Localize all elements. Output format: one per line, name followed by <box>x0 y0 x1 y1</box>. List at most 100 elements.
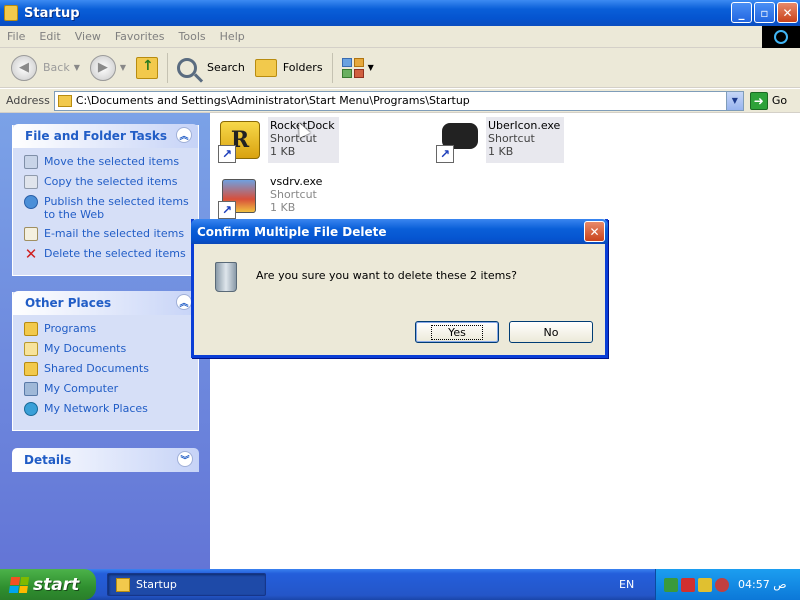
toolbar-separator <box>167 52 169 83</box>
place-my-computer[interactable]: My Computer <box>24 382 190 396</box>
address-path: C:\Documents and Settings\Administrator\… <box>75 94 470 107</box>
task-copy-items[interactable]: Copy the selected items <box>24 175 190 189</box>
file-folder-tasks-list: Move the selected items Copy the selecte… <box>13 148 198 275</box>
yes-label: Yes <box>431 324 483 340</box>
my-documents-icon <box>24 342 38 356</box>
language-indicator[interactable]: EN <box>619 578 634 591</box>
minimize-button[interactable]: _ <box>731 2 752 23</box>
place-programs[interactable]: Programs <box>24 322 190 336</box>
computer-icon <box>24 382 38 396</box>
toolbar: ◀ Back ▼ ▶ ▼ Search Folders ▼ <box>0 48 800 88</box>
windows-flag-icon <box>8 576 30 593</box>
start-button[interactable]: start <box>0 569 96 600</box>
forward-button[interactable]: ▶ ▼ <box>85 51 131 85</box>
address-bar: Address C:\Documents and Settings\Admini… <box>0 89 800 113</box>
go-arrow-icon: ➜ <box>749 91 768 110</box>
move-icon <box>24 155 38 169</box>
recycle-bin-icon <box>215 262 237 292</box>
no-button[interactable]: No <box>509 321 593 343</box>
tray-app-icon[interactable] <box>715 577 729 592</box>
window-controls: _ ▫ ✕ <box>731 2 798 23</box>
task-pane: File and Folder Tasks ︽ Move the selecte… <box>0 113 210 569</box>
vsdrv-icon: ↗ <box>216 173 262 219</box>
menu-edit[interactable]: Edit <box>32 30 67 43</box>
folders-button[interactable]: Folders <box>250 51 328 85</box>
dialog-title: Confirm Multiple File Delete <box>197 224 387 239</box>
dialog-title-bar[interactable]: Confirm Multiple File Delete ✕ <box>191 219 608 244</box>
views-dropdown-icon[interactable]: ▼ <box>368 63 374 72</box>
views-icon <box>341 57 364 78</box>
throbber-icon <box>774 30 788 44</box>
up-folder-button[interactable] <box>131 51 163 85</box>
globe-icon <box>24 195 38 209</box>
start-label: start <box>33 574 80 595</box>
maximize-button[interactable]: ▫ <box>754 2 775 23</box>
place-my-network-places[interactable]: My Network Places <box>24 402 190 416</box>
task-delete-items[interactable]: ✕ Delete the selected items <box>24 245 190 263</box>
task-move-items[interactable]: Move the selected items <box>24 155 190 169</box>
dialog-body: Are you sure you want to delete these 2 … <box>194 244 605 355</box>
task-publish-items[interactable]: Publish the selected items to the Web <box>24 195 190 221</box>
rocketdock-icon: R ↗ <box>216 117 262 163</box>
back-dropdown-icon[interactable]: ▼ <box>74 63 80 72</box>
collapse-chevron-icon[interactable]: ︽ <box>176 294 192 310</box>
toolbar-separator <box>331 52 333 83</box>
task-email-items[interactable]: E-mail the selected items <box>24 227 190 241</box>
yes-button[interactable]: Yes <box>415 321 499 343</box>
delete-x-icon: ✕ <box>24 245 38 263</box>
views-button[interactable]: ▼ <box>337 51 379 85</box>
go-button[interactable]: ➜ Go <box>749 91 787 110</box>
menu-view[interactable]: View <box>68 30 108 43</box>
file-label: vsdrv.exe Shortcut 1 KB <box>270 175 323 214</box>
file-item-vsdrv[interactable]: ↗ vsdrv.exe Shortcut 1 KB <box>216 173 326 219</box>
folder-icon <box>24 322 38 336</box>
place-shared-documents[interactable]: Shared Documents <box>24 362 190 376</box>
folder-icon <box>24 362 38 376</box>
menu-file[interactable]: File <box>0 30 32 43</box>
search-button[interactable]: Search <box>172 51 250 85</box>
dialog-close-button[interactable]: ✕ <box>584 221 605 242</box>
address-dropdown-icon[interactable]: ▼ <box>725 91 743 110</box>
folder-icon <box>57 94 72 107</box>
details-header[interactable]: Details ︾ <box>12 448 199 472</box>
tray-app-icon[interactable] <box>698 577 712 592</box>
file-item-rocketdock[interactable]: R ↗ RocketDock Shortcut 1 KB <box>216 117 339 163</box>
dialog-message: Are you sure you want to delete these 2 … <box>256 269 517 282</box>
up-folder-icon <box>136 56 159 79</box>
shortcut-arrow-icon: ↗ <box>218 145 236 163</box>
system-tray: 04:57 ص <box>655 569 800 600</box>
back-arrow-icon: ◀ <box>11 54 37 81</box>
file-item-ubericon[interactable]: ↗ UberIcon.exe Shortcut 1 KB <box>434 117 565 163</box>
back-button[interactable]: ◀ Back ▼ <box>6 51 85 85</box>
address-label: Address <box>6 94 50 107</box>
tray-app-icon[interactable] <box>664 577 678 592</box>
menu-help[interactable]: Help <box>213 30 252 43</box>
close-button[interactable]: ✕ <box>777 2 798 23</box>
taskbar-item-label: Startup <box>136 578 177 591</box>
window-title-bar[interactable]: Startup _ ▫ ✕ <box>0 0 800 26</box>
shortcut-arrow-icon: ↗ <box>218 201 236 219</box>
search-icon <box>177 57 198 78</box>
confirm-delete-dialog: Confirm Multiple File Delete ✕ Are you s… <box>191 219 608 358</box>
other-places-list: Programs My Documents Shared Documents M… <box>13 315 198 430</box>
clock[interactable]: 04:57 ص <box>738 578 787 591</box>
forward-dropdown-icon[interactable]: ▼ <box>120 63 126 72</box>
address-input[interactable]: C:\Documents and Settings\Administrator\… <box>53 90 744 111</box>
forward-arrow-icon: ▶ <box>89 54 116 81</box>
file-label: UberIcon.exe Shortcut 1 KB <box>486 117 565 163</box>
other-places-header[interactable]: Other Places ︽ <box>13 291 198 315</box>
folder-icon <box>4 5 18 21</box>
menu-tools[interactable]: Tools <box>172 30 213 43</box>
security-shield-icon[interactable] <box>681 577 695 592</box>
details-box: Details ︾ <box>12 448 199 473</box>
file-folder-tasks-header[interactable]: File and Folder Tasks ︽ <box>13 124 198 148</box>
no-label: No <box>543 325 559 339</box>
place-my-documents[interactable]: My Documents <box>24 342 190 356</box>
folders-label: Folders <box>282 61 323 74</box>
details-title: Details <box>24 453 72 467</box>
ubericon-icon: ↗ <box>434 117 480 163</box>
collapse-chevron-icon[interactable]: ︽ <box>176 127 192 143</box>
taskbar-item-startup[interactable]: Startup <box>107 573 266 596</box>
expand-chevron-icon[interactable]: ︾ <box>177 451 193 467</box>
menu-favorites[interactable]: Favorites <box>108 30 172 43</box>
